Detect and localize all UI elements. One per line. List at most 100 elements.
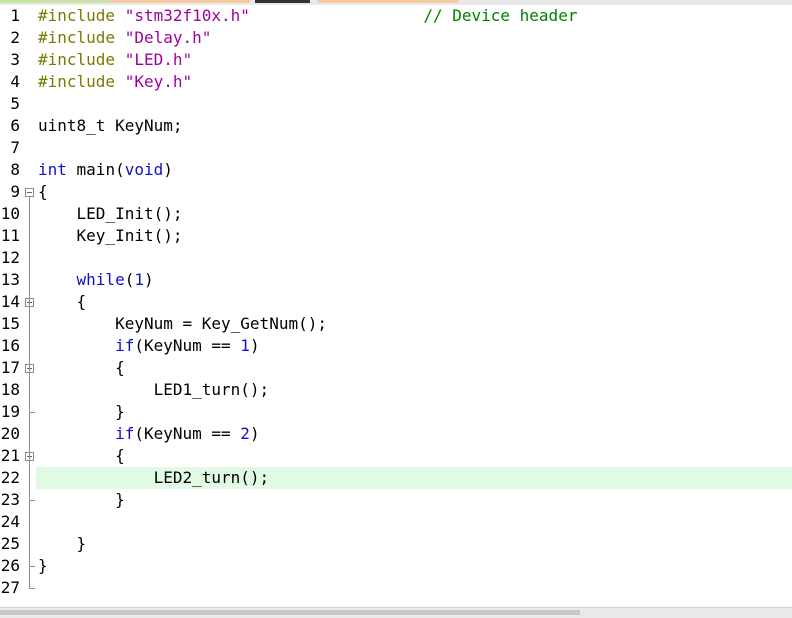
code-token: { [38, 358, 125, 377]
fold-margin[interactable] [22, 5, 36, 607]
code-line[interactable]: } [36, 489, 792, 511]
code-text: #include "Key.h" [38, 71, 192, 93]
code-token: } [38, 556, 48, 575]
code-text: { [38, 357, 125, 379]
code-line[interactable] [36, 577, 792, 599]
line-number: 25 [0, 534, 20, 553]
code-text: #include "LED.h" [38, 49, 192, 71]
code-token: main( [66, 160, 125, 179]
code-line[interactable]: #include "stm32f10x.h" // Device header [36, 5, 792, 27]
line-number: 15 [0, 314, 20, 333]
tab-indicator[interactable] [255, 0, 310, 3]
code-line[interactable]: LED2_turn(); [36, 467, 792, 489]
code-line[interactable] [36, 137, 792, 159]
line-number: 13 [0, 270, 20, 289]
preprocessor-token: #include [38, 50, 125, 69]
line-number-gutter[interactable]: 1 2 3 4 5 6 7 8 9 10 11 12 13 14 15 16 17 18 19 20 21 22 23 24 2… [0, 5, 22, 607]
code-text: if(KeyNum == 2) [38, 423, 260, 445]
code-token: KeyNum = Key_GetNum(); [38, 314, 327, 333]
code-editor[interactable]: #include "stm32f10x.h" // Device header #… [36, 5, 792, 607]
code-line[interactable]: { [36, 445, 792, 467]
code-line[interactable]: } [36, 401, 792, 423]
tab-indicator[interactable] [110, 0, 250, 3]
comment-token: // Device header [423, 6, 578, 25]
code-line[interactable]: int main(void) [36, 159, 792, 181]
code-text: { [38, 291, 87, 313]
line-number: 16 [0, 336, 20, 355]
line-number: 18 [0, 380, 20, 399]
code-text: KeyNum = Key_GetNum(); [38, 313, 327, 335]
code-line[interactable]: if(KeyNum == 2) [36, 423, 792, 445]
code-line[interactable]: KeyNum = Key_GetNum(); [36, 313, 792, 335]
preprocessor-token: #include [38, 28, 125, 47]
code-text: { [38, 445, 125, 467]
line-number: 22 [0, 468, 20, 487]
line-number: 3 [10, 50, 20, 69]
keyword-token: while [76, 270, 125, 289]
code-line[interactable]: #include "Key.h" [36, 71, 792, 93]
code-token: uint8_t KeyNum; [38, 116, 183, 135]
code-token: { [38, 182, 48, 201]
code-text: } [38, 555, 48, 577]
scrollbar-thumb[interactable] [0, 610, 580, 615]
code-text: #include "stm32f10x.h" // Device header [38, 5, 577, 27]
code-token: Key_Init(); [38, 226, 183, 245]
code-line[interactable]: uint8_t KeyNum; [36, 115, 792, 137]
code-line[interactable]: LED_Init(); [36, 203, 792, 225]
code-line[interactable]: { [36, 357, 792, 379]
line-number: 9 [10, 182, 20, 201]
tab-indicator[interactable] [0, 0, 110, 3]
tab-indicator[interactable] [318, 0, 458, 3]
code-line[interactable]: while(1) [36, 269, 792, 291]
line-number: 27 [0, 578, 20, 597]
string-token: "Delay.h" [124, 28, 212, 47]
keyword-token: int [38, 160, 67, 179]
code-line[interactable]: if(KeyNum == 1) [36, 335, 792, 357]
code-line[interactable]: } [36, 533, 792, 555]
code-token: (KeyNum == [134, 336, 241, 355]
code-token: LED2_turn(); [38, 468, 270, 487]
code-token: { [38, 446, 125, 465]
line-number: 1 [10, 6, 20, 25]
fold-end-marker [29, 566, 35, 567]
line-number: 19 [0, 402, 20, 421]
code-text: while(1) [38, 269, 154, 291]
line-number: 2 [10, 28, 20, 47]
line-number: 17 [0, 358, 20, 377]
line-number: 7 [10, 138, 20, 157]
code-text: LED1_turn(); [38, 379, 270, 401]
number-token: 1 [134, 270, 144, 289]
code-text: #include "Delay.h" [38, 27, 211, 49]
code-token: ) [143, 270, 154, 289]
fold-toggle-icon[interactable] [25, 188, 34, 197]
code-text: Key_Init(); [38, 225, 183, 247]
code-token: { [38, 292, 87, 311]
line-number: 26 [0, 556, 20, 575]
code-line[interactable]: { [36, 291, 792, 313]
line-number: 8 [10, 160, 20, 179]
code-line[interactable] [36, 93, 792, 115]
code-text: } [38, 489, 125, 511]
line-number: 12 [0, 248, 20, 267]
code-line[interactable]: } [36, 555, 792, 577]
code-token: ) [249, 424, 260, 443]
code-line[interactable]: Key_Init(); [36, 225, 792, 247]
code-token: } [38, 402, 125, 421]
code-line[interactable]: LED1_turn(); [36, 379, 792, 401]
code-text: { [38, 181, 48, 203]
string-token: "Key.h" [124, 72, 193, 91]
code-line[interactable] [36, 511, 792, 533]
code-line[interactable]: #include "Delay.h" [36, 27, 792, 49]
line-number: 6 [10, 116, 20, 135]
code-line[interactable] [36, 247, 792, 269]
line-number: 10 [0, 204, 20, 223]
horizontal-scrollbar[interactable] [0, 607, 792, 618]
code-line[interactable]: { [36, 181, 792, 203]
code-line[interactable]: #include "LED.h" [36, 49, 792, 71]
line-number: 24 [0, 512, 20, 531]
code-token: ) [163, 160, 173, 179]
fold-end-marker [29, 588, 35, 589]
line-number: 11 [0, 226, 20, 245]
